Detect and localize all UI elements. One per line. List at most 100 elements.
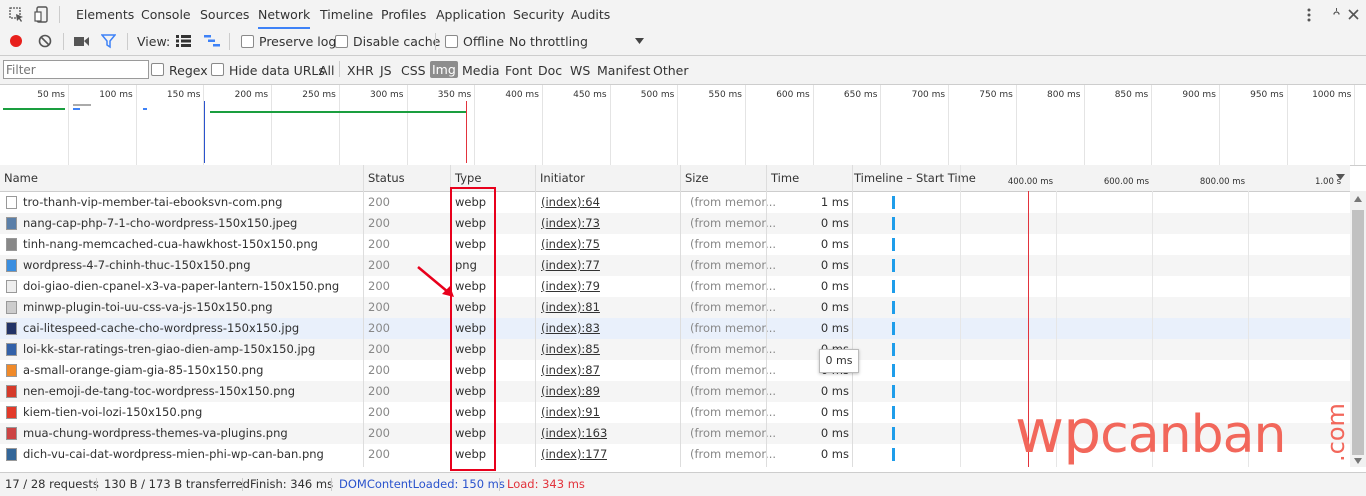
- tab-timeline[interactable]: Timeline: [320, 0, 373, 29]
- sort-triangle-icon[interactable]: [1336, 174, 1345, 181]
- request-initiator[interactable]: (index):89: [541, 381, 600, 402]
- filter-type-all[interactable]: All: [319, 63, 335, 78]
- record-icon[interactable]: [10, 35, 22, 47]
- request-initiator[interactable]: (index):75: [541, 234, 600, 255]
- filter-type-manifest[interactable]: Manifest: [597, 63, 650, 78]
- tab-network[interactable]: Network: [258, 0, 311, 29]
- table-row[interactable]: a-small-orange-giam-gia-85-150x150.png 20…: [0, 360, 1350, 381]
- request-name[interactable]: a-small-orange-giam-gia-85-150x150.png: [23, 360, 361, 381]
- table-row[interactable]: doi-giao-dien-cpanel-x3-va-paper-lantern…: [0, 276, 1350, 297]
- filter-type-css[interactable]: CSS: [401, 63, 426, 78]
- request-size: (from memor...: [690, 237, 777, 251]
- overview-gridline: [338, 85, 340, 165]
- table-row[interactable]: nen-emoji-de-tang-toc-wordpress-150x150.…: [0, 381, 1350, 402]
- request-name[interactable]: kiem-tien-voi-lozi-150x150.png: [23, 402, 361, 423]
- tab-audits[interactable]: Audits: [571, 0, 610, 29]
- offline-checkbox[interactable]: [445, 35, 458, 48]
- timeline-bar: [892, 301, 895, 314]
- table-row[interactable]: tro-thanh-vip-member-tai-ebooksvn-com.pn…: [0, 192, 1350, 213]
- tab-elements[interactable]: Elements: [76, 0, 134, 29]
- request-initiator[interactable]: (index):81: [541, 297, 600, 318]
- request-initiator[interactable]: (index):87: [541, 360, 600, 381]
- request-name[interactable]: wordpress-4-7-chinh-thuc-150x150.png: [23, 255, 361, 276]
- header-time[interactable]: Time: [767, 165, 799, 191]
- preserve-log-label: Preserve log: [259, 34, 337, 49]
- scroll-up-icon[interactable]: [1354, 196, 1362, 202]
- more-options-icon[interactable]: [1306, 7, 1312, 23]
- request-name[interactable]: doi-giao-dien-cpanel-x3-va-paper-lantern…: [23, 276, 361, 297]
- overview-waterfall-icon[interactable]: [204, 35, 220, 47]
- overview-gridline: [1015, 85, 1017, 165]
- request-name[interactable]: tro-thanh-vip-member-tai-ebooksvn-com.pn…: [23, 192, 361, 213]
- filter-type-ws[interactable]: WS: [570, 63, 590, 78]
- request-name[interactable]: minwp-plugin-toi-uu-css-va-js-150x150.pn…: [23, 297, 361, 318]
- filter-type-xhr[interactable]: XHR: [347, 63, 374, 78]
- table-row[interactable]: minwp-plugin-toi-uu-css-va-js-150x150.pn…: [0, 297, 1350, 318]
- inspect-element-icon[interactable]: [9, 7, 25, 23]
- filter-icon[interactable]: [101, 34, 116, 49]
- network-overview[interactable]: 50 ms 100 ms 150 ms 200 ms 250 ms 300 ms 350 m…: [0, 85, 1366, 166]
- header-status[interactable]: Status: [364, 165, 405, 191]
- timeline-bar: [892, 322, 895, 335]
- hide-data-urls-checkbox[interactable]: [211, 63, 224, 76]
- overview-tick-label: 450 ms: [573, 90, 607, 100]
- filter-type-font[interactable]: Font: [505, 63, 532, 78]
- dock-side-icon[interactable]: [1330, 8, 1343, 21]
- request-name[interactable]: loi-kk-star-ratings-tren-giao-dien-amp-1…: [23, 339, 361, 360]
- request-initiator[interactable]: (index):91: [541, 402, 600, 423]
- header-timeline[interactable]: Timeline – Start Time: [850, 165, 976, 191]
- request-size: (from memor...: [690, 321, 777, 335]
- filter-type-js[interactable]: JS: [380, 63, 392, 78]
- request-name[interactable]: cai-litespeed-cache-cho-wordpress-150x15…: [23, 318, 361, 339]
- table-row[interactable]: nang-cap-php-7-1-cho-wordpress-150x150.j…: [0, 213, 1350, 234]
- timeline-bar: [892, 448, 895, 461]
- throttling-select[interactable]: No throttling: [509, 34, 588, 49]
- tab-console[interactable]: Console: [141, 0, 191, 29]
- request-initiator[interactable]: (index):77: [541, 255, 600, 276]
- overview-tick-label: 550 ms: [708, 90, 743, 100]
- request-name[interactable]: nang-cap-php-7-1-cho-wordpress-150x150.j…: [23, 213, 361, 234]
- tab-sources[interactable]: Sources: [200, 0, 249, 29]
- scrollbar-thumb[interactable]: [1352, 210, 1364, 455]
- scroll-down-icon[interactable]: [1354, 458, 1362, 464]
- table-row[interactable]: wordpress-4-7-chinh-thuc-150x150.png 200 p…: [0, 255, 1350, 276]
- header-name[interactable]: Name: [0, 165, 38, 191]
- filter-type-other[interactable]: Other: [653, 63, 689, 78]
- chevron-down-icon[interactable]: [635, 38, 644, 45]
- request-name[interactable]: dich-vu-cai-dat-wordpress-mien-phi-wp-ca…: [23, 444, 361, 465]
- request-name[interactable]: nen-emoji-de-tang-toc-wordpress-150x150.…: [23, 381, 361, 402]
- regex-checkbox[interactable]: [151, 63, 164, 76]
- filter-input[interactable]: [3, 60, 149, 79]
- overview-gridline: [677, 85, 679, 165]
- request-initiator[interactable]: (index):64: [541, 192, 600, 213]
- filter-type-doc[interactable]: Doc: [538, 63, 562, 78]
- preserve-log-checkbox[interactable]: [241, 35, 254, 48]
- request-time: 0 ms: [820, 237, 849, 251]
- header-size[interactable]: Size: [681, 165, 709, 191]
- device-toolbar-icon[interactable]: [34, 6, 50, 23]
- tab-security[interactable]: Security: [513, 0, 564, 29]
- close-icon[interactable]: [1347, 8, 1360, 21]
- request-initiator[interactable]: (index):163: [541, 423, 607, 444]
- request-time: 0 ms: [820, 405, 849, 419]
- request-name[interactable]: tinh-nang-memcached-cua-hawkhost-150x150…: [23, 234, 361, 255]
- request-initiator[interactable]: (index):79: [541, 276, 600, 297]
- header-initiator[interactable]: Initiator: [536, 165, 585, 191]
- request-initiator[interactable]: (index):73: [541, 213, 600, 234]
- request-time: 0 ms: [820, 426, 849, 440]
- tab-application[interactable]: Application: [436, 0, 506, 29]
- table-row[interactable]: tinh-nang-memcached-cua-hawkhost-150x150…: [0, 234, 1350, 255]
- clear-icon[interactable]: [38, 34, 52, 48]
- request-initiator[interactable]: (index):177: [541, 444, 607, 465]
- table-row[interactable]: cai-litespeed-cache-cho-wordpress-150x15…: [0, 318, 1350, 339]
- request-initiator[interactable]: (index):83: [541, 318, 600, 339]
- disable-cache-checkbox[interactable]: [335, 35, 348, 48]
- filter-type-img[interactable]: Img: [430, 61, 458, 78]
- large-rows-icon[interactable]: [176, 35, 191, 47]
- request-name[interactable]: mua-chung-wordpress-themes-va-plugins.pn…: [23, 423, 361, 444]
- capture-screenshots-icon[interactable]: [74, 36, 90, 47]
- table-row[interactable]: loi-kk-star-ratings-tren-giao-dien-amp-1…: [0, 339, 1350, 360]
- tab-profiles[interactable]: Profiles: [381, 0, 426, 29]
- filter-type-media[interactable]: Media: [462, 63, 500, 78]
- request-initiator[interactable]: (index):85: [541, 339, 600, 360]
